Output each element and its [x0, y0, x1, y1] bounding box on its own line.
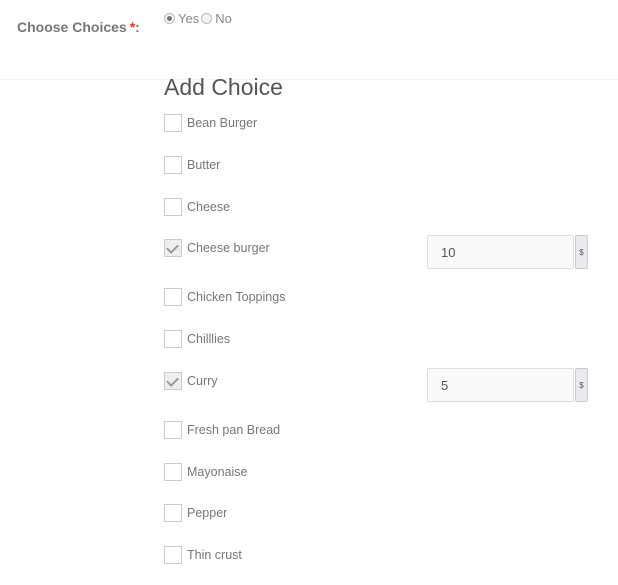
choice-checkbox[interactable] [164, 463, 182, 481]
choice-label: Bean Burger [187, 116, 258, 130]
choice-label: Mayonaise [187, 465, 248, 479]
choice-item-thin-crust[interactable]: Thin crust [164, 545, 242, 565]
choice-item-pepper[interactable]: Pepper [164, 503, 227, 523]
radio-yes-label[interactable]: Yes [178, 11, 199, 26]
choice-checkbox[interactable] [164, 546, 182, 564]
choice-item-chicken-toppings[interactable]: Chicken Toppings [164, 287, 285, 307]
choice-label: Butter [187, 158, 221, 172]
curry-price-input[interactable] [427, 368, 574, 402]
choice-label: Chilllies [187, 332, 231, 346]
choice-label: Chicken Toppings [187, 290, 286, 304]
choice-checkbox[interactable] [164, 288, 182, 306]
choice-checkbox-checked[interactable] [164, 372, 182, 390]
radio-no-label[interactable]: No [215, 11, 232, 26]
choice-item-cheese-burger[interactable]: Cheese burger [164, 238, 270, 258]
choice-label: Curry [187, 374, 218, 388]
choice-label: Fresh pan Bread [187, 423, 281, 437]
curry-price-group: $ [427, 368, 588, 402]
choice-item-mayonaise[interactable]: Mayonaise [164, 462, 247, 482]
radio-no[interactable] [201, 13, 213, 24]
choice-checkbox[interactable] [164, 330, 182, 348]
choice-label: Cheese burger [187, 241, 270, 255]
choice-item-bean-burger[interactable]: Bean Burger [164, 113, 257, 133]
choice-label: Cheese [187, 200, 231, 214]
choice-item-fresh-pan-bread[interactable]: Fresh pan Bread [164, 420, 280, 440]
choice-item-butter[interactable]: Butter [164, 155, 220, 175]
choice-item-curry[interactable]: Curry [164, 371, 218, 391]
add-choice-title: Add Choice [164, 74, 283, 100]
currency-addon: $ [575, 368, 588, 402]
currency-addon: $ [575, 235, 588, 269]
choice-checkbox[interactable] [164, 421, 182, 439]
radio-yes[interactable] [164, 13, 175, 24]
choose-choices-label: Choose Choices *: [17, 19, 140, 35]
cheese-burger-price-group: $ [427, 235, 588, 269]
choice-checkbox[interactable] [164, 114, 182, 132]
cheese-burger-price-input[interactable] [427, 235, 574, 269]
choose-choices-row: Choose Choices *: Yes No [0, 0, 618, 80]
choice-item-cheese[interactable]: Cheese [164, 197, 230, 217]
field-label-text: Choose Choices [17, 19, 127, 35]
choice-label: Pepper [187, 506, 228, 520]
choice-checkbox[interactable] [164, 198, 182, 216]
choice-checkbox[interactable] [164, 504, 182, 522]
choice-item-chillies[interactable]: Chilllies [164, 329, 230, 349]
choice-checkbox-checked[interactable] [164, 239, 182, 257]
label-suffix: : [135, 19, 140, 35]
choice-label: Thin crust [187, 548, 242, 562]
choice-checkbox[interactable] [164, 156, 182, 174]
choose-choices-radio-group: Yes No [164, 11, 234, 26]
